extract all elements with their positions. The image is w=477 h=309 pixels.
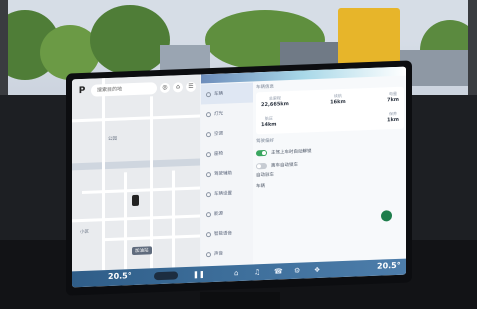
menu-label: 智能语音 xyxy=(214,231,232,237)
passenger-temperature[interactable]: 20.5° xyxy=(377,261,401,271)
driver-temperature[interactable]: 20.5° xyxy=(108,271,132,281)
screen-mount xyxy=(200,292,280,309)
apps-icon[interactable]: ❖ xyxy=(314,266,320,274)
map-poi-label: 小区 xyxy=(80,229,89,236)
location-icon[interactable]: ◎ xyxy=(160,82,170,94)
menu-icon[interactable]: ☰ xyxy=(186,81,196,93)
settings-content: 车辆信息 总里程 22,665km 续航 16km 电量 7km 胎压 14km 保养 1… xyxy=(256,79,404,263)
stats-row: 总里程 22,665km 续航 16km 电量 7km xyxy=(261,91,399,108)
menu-item-seat[interactable]: 座椅 xyxy=(201,142,253,164)
toggle-label: 离车自动锁车 xyxy=(271,162,298,169)
toggle-switch-on[interactable] xyxy=(256,149,267,156)
music-icon[interactable]: ♫ xyxy=(254,268,260,276)
menu-label: 驾驶辅助 xyxy=(214,171,232,177)
menu-item-energy[interactable]: 能源 xyxy=(201,202,253,224)
menu-label: 车辆 xyxy=(214,91,223,97)
menu-item-light[interactable]: 灯光 xyxy=(201,102,253,124)
stat-value: 22,665km xyxy=(261,101,289,109)
car-position-icon xyxy=(132,194,139,207)
map-search-input[interactable]: 搜索目的地 xyxy=(91,82,157,97)
menu-item-assist[interactable]: 驾驶辅助 xyxy=(201,162,253,184)
window-pillar-left xyxy=(0,0,8,110)
stat-battery: 电量 7km xyxy=(387,91,399,103)
toggle-switch-off[interactable] xyxy=(256,162,267,169)
voice-icon xyxy=(206,231,211,237)
stat-value: 14km xyxy=(261,121,277,129)
photo-scene: P 搜索目的地 ◎ ⌂ ☰ 公园 小区 加油站 车辆 灯光 空调 座椅 驾驶辅助… xyxy=(0,0,477,309)
map-toolbar: P 搜索目的地 ◎ ⌂ ☰ xyxy=(76,78,196,101)
home-icon[interactable]: ⌂ xyxy=(234,269,238,277)
home-icon[interactable]: ⌂ xyxy=(173,82,183,93)
settings-panel: 车辆 灯光 空调 座椅 驾驶辅助 车辆设置 能源 智能语音 声音 车辆信息 总里… xyxy=(201,66,406,267)
navigation-map[interactable]: P 搜索目的地 ◎ ⌂ ☰ 公园 小区 加油站 xyxy=(72,74,200,272)
gear-icon xyxy=(206,191,211,197)
menu-label: 空调 xyxy=(214,131,223,137)
infotainment-display: P 搜索目的地 ◎ ⌂ ☰ 公园 小区 加油站 车辆 灯光 空调 座椅 驾驶辅助… xyxy=(66,60,412,296)
menu-item-ac[interactable]: 空调 xyxy=(201,122,253,144)
fan-icon xyxy=(206,131,211,137)
menu-label: 能源 xyxy=(214,211,223,217)
seat-icon xyxy=(206,151,211,157)
menu-item-sound[interactable]: 声音 xyxy=(201,242,253,264)
assist-icon xyxy=(206,171,211,177)
pause-icon[interactable]: ❚❚ xyxy=(193,270,205,278)
vehicle-info-card: 总里程 22,665km 续航 16km 电量 7km 胎压 14km 保养 1km xyxy=(256,86,404,135)
map-logo: P xyxy=(78,85,86,97)
stat-range: 续航 16km xyxy=(330,93,346,106)
stat-value: 7km xyxy=(386,96,399,104)
settings-icon[interactable]: ⚙ xyxy=(294,267,300,275)
menu-item-vehicle-settings[interactable]: 车辆设置 xyxy=(201,182,253,204)
stat-value: 1km xyxy=(386,116,399,124)
menu-item-vehicle[interactable]: 车辆 xyxy=(201,82,253,105)
menu-label: 座椅 xyxy=(214,151,223,157)
media-pill[interactable] xyxy=(154,271,178,281)
sound-icon xyxy=(206,251,211,257)
map-place-badge[interactable]: 加油站 xyxy=(132,246,152,256)
menu-label: 声音 xyxy=(214,251,223,257)
toggle-label: 主驾上车时自动解锁 xyxy=(271,148,312,156)
battery-icon xyxy=(206,211,211,217)
yellow-sign xyxy=(338,8,400,66)
stats-row: 胎压 14km 保养 1km xyxy=(261,111,399,128)
settings-menu: 车辆 灯光 空调 座椅 驾驶辅助 车辆设置 能源 智能语音 声音 xyxy=(201,82,253,267)
menu-label: 车辆设置 xyxy=(214,191,232,197)
stat-service: 保养 1km xyxy=(387,111,399,123)
menu-item-voice[interactable]: 智能语音 xyxy=(201,222,253,244)
light-icon xyxy=(206,111,211,117)
stat-odometer: 总里程 22,665km xyxy=(261,95,289,108)
menu-label: 灯光 xyxy=(214,111,223,117)
stat-value: 16km xyxy=(330,98,346,106)
map-poi-label: 公园 xyxy=(108,136,117,143)
stat-tire: 胎压 14km xyxy=(261,116,277,129)
display-screen: P 搜索目的地 ◎ ⌂ ☰ 公园 小区 加油站 车辆 灯光 空调 座椅 驾驶辅助… xyxy=(72,66,406,288)
window-pillar-right xyxy=(468,0,477,110)
phone-icon[interactable]: ☎ xyxy=(274,267,283,275)
car-icon xyxy=(206,91,211,97)
